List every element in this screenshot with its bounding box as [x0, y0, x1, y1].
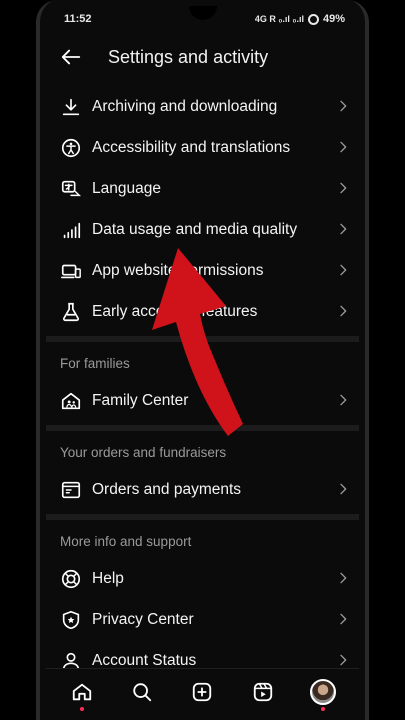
- chevron-right-icon: [340, 394, 347, 406]
- screen: 11:52 4G R ₀.ıl ₀.ıl 49% Settings and ac…: [46, 6, 359, 720]
- settings-list: Archiving and downloading Accessibility a…: [46, 86, 359, 681]
- settings-item-orders-and-payments[interactable]: Orders and payments: [46, 469, 359, 510]
- settings-item-archiving-and-downloading[interactable]: Archiving and downloading: [46, 86, 359, 127]
- settings-item-label: Data usage and media quality: [92, 220, 298, 238]
- nav-create-button[interactable]: [185, 675, 219, 709]
- signal-bars-icon: [58, 217, 84, 243]
- download-icon: [58, 94, 84, 120]
- back-arrow-icon: [61, 49, 81, 65]
- settings-item-language[interactable]: Language: [46, 168, 359, 209]
- back-button[interactable]: [56, 42, 86, 72]
- status-time: 11:52: [64, 13, 92, 25]
- devices-icon: [58, 258, 84, 284]
- settings-item-label: Early access to features: [92, 302, 258, 320]
- settings-item-label: Accessibility and translations: [92, 138, 291, 156]
- settings-item-accessibility-and-translations[interactable]: Accessibility and translations: [46, 127, 359, 168]
- chevron-right-icon: [340, 483, 347, 495]
- home-family-icon: [58, 388, 84, 414]
- chevron-right-icon: [340, 613, 347, 625]
- section-title-support: More info and support: [60, 533, 192, 549]
- chevron-right-icon: [340, 182, 347, 194]
- reels-icon: [253, 682, 272, 701]
- accessibility-icon: [58, 135, 84, 161]
- settings-item-label: App website permissions: [92, 261, 264, 279]
- settings-item-label: Help: [92, 569, 124, 587]
- page-title: Settings and activity: [108, 46, 269, 67]
- lifebuoy-icon: [58, 566, 84, 592]
- notification-dot: [80, 706, 85, 711]
- phone-frame: 11:52 4G R ₀.ıl ₀.ıl 49% Settings and ac…: [36, 0, 369, 720]
- notification-dot: [320, 706, 325, 711]
- chevron-right-icon: [340, 223, 347, 235]
- home-icon: [72, 683, 92, 700]
- chevron-right-icon: [340, 305, 347, 317]
- nav-home-button[interactable]: [65, 675, 99, 711]
- settings-item-label: Orders and payments: [92, 480, 242, 498]
- settings-item-family-center[interactable]: Family Center: [46, 380, 359, 421]
- translate-icon: [58, 176, 84, 202]
- battery-level: 49%: [322, 13, 345, 25]
- settings-item-help[interactable]: Help: [46, 558, 359, 599]
- nav-profile-button[interactable]: [306, 675, 340, 711]
- chevron-right-icon: [340, 654, 347, 666]
- bottom-navigation: [46, 668, 359, 720]
- nav-reels-button[interactable]: [246, 675, 280, 709]
- settings-item-label: Family Center: [92, 391, 189, 409]
- settings-item-early-access-to-features[interactable]: Early access to features: [46, 291, 359, 332]
- battery-icon: [307, 13, 319, 25]
- section-title-families: For families: [60, 355, 130, 371]
- settings-item-data-usage-and-media-quality[interactable]: Data usage and media quality: [46, 209, 359, 250]
- chevron-right-icon: [340, 100, 347, 112]
- settings-item-label: Archiving and downloading: [92, 97, 278, 115]
- chevron-right-icon: [340, 264, 347, 276]
- shield-star-icon: [58, 607, 84, 633]
- settings-item-privacy-center[interactable]: Privacy Center: [46, 599, 359, 640]
- section-divider: [46, 514, 359, 520]
- chevron-right-icon: [340, 141, 347, 153]
- chevron-right-icon: [340, 572, 347, 584]
- section-title-orders: Your orders and fundraisers: [60, 444, 227, 460]
- profile-avatar: [309, 678, 336, 705]
- receipt-icon: [58, 477, 84, 503]
- settings-item-label: Language: [92, 179, 161, 197]
- settings-item-label: Account Status: [92, 651, 197, 669]
- network-indicator: 4G R ₀.ıl ₀.ıl: [254, 14, 304, 24]
- create-icon: [193, 682, 212, 701]
- settings-item-label: Privacy Center: [92, 610, 194, 628]
- section-divider: [46, 336, 359, 342]
- settings-item-app-website-permissions[interactable]: App website permissions: [46, 250, 359, 291]
- status-indicators: 4G R ₀.ıl ₀.ıl 49%: [255, 13, 345, 25]
- section-divider: [46, 425, 359, 431]
- flask-icon: [58, 299, 84, 325]
- nav-search-button[interactable]: [125, 675, 159, 709]
- page-header: Settings and activity: [46, 32, 359, 82]
- search-icon: [133, 682, 152, 701]
